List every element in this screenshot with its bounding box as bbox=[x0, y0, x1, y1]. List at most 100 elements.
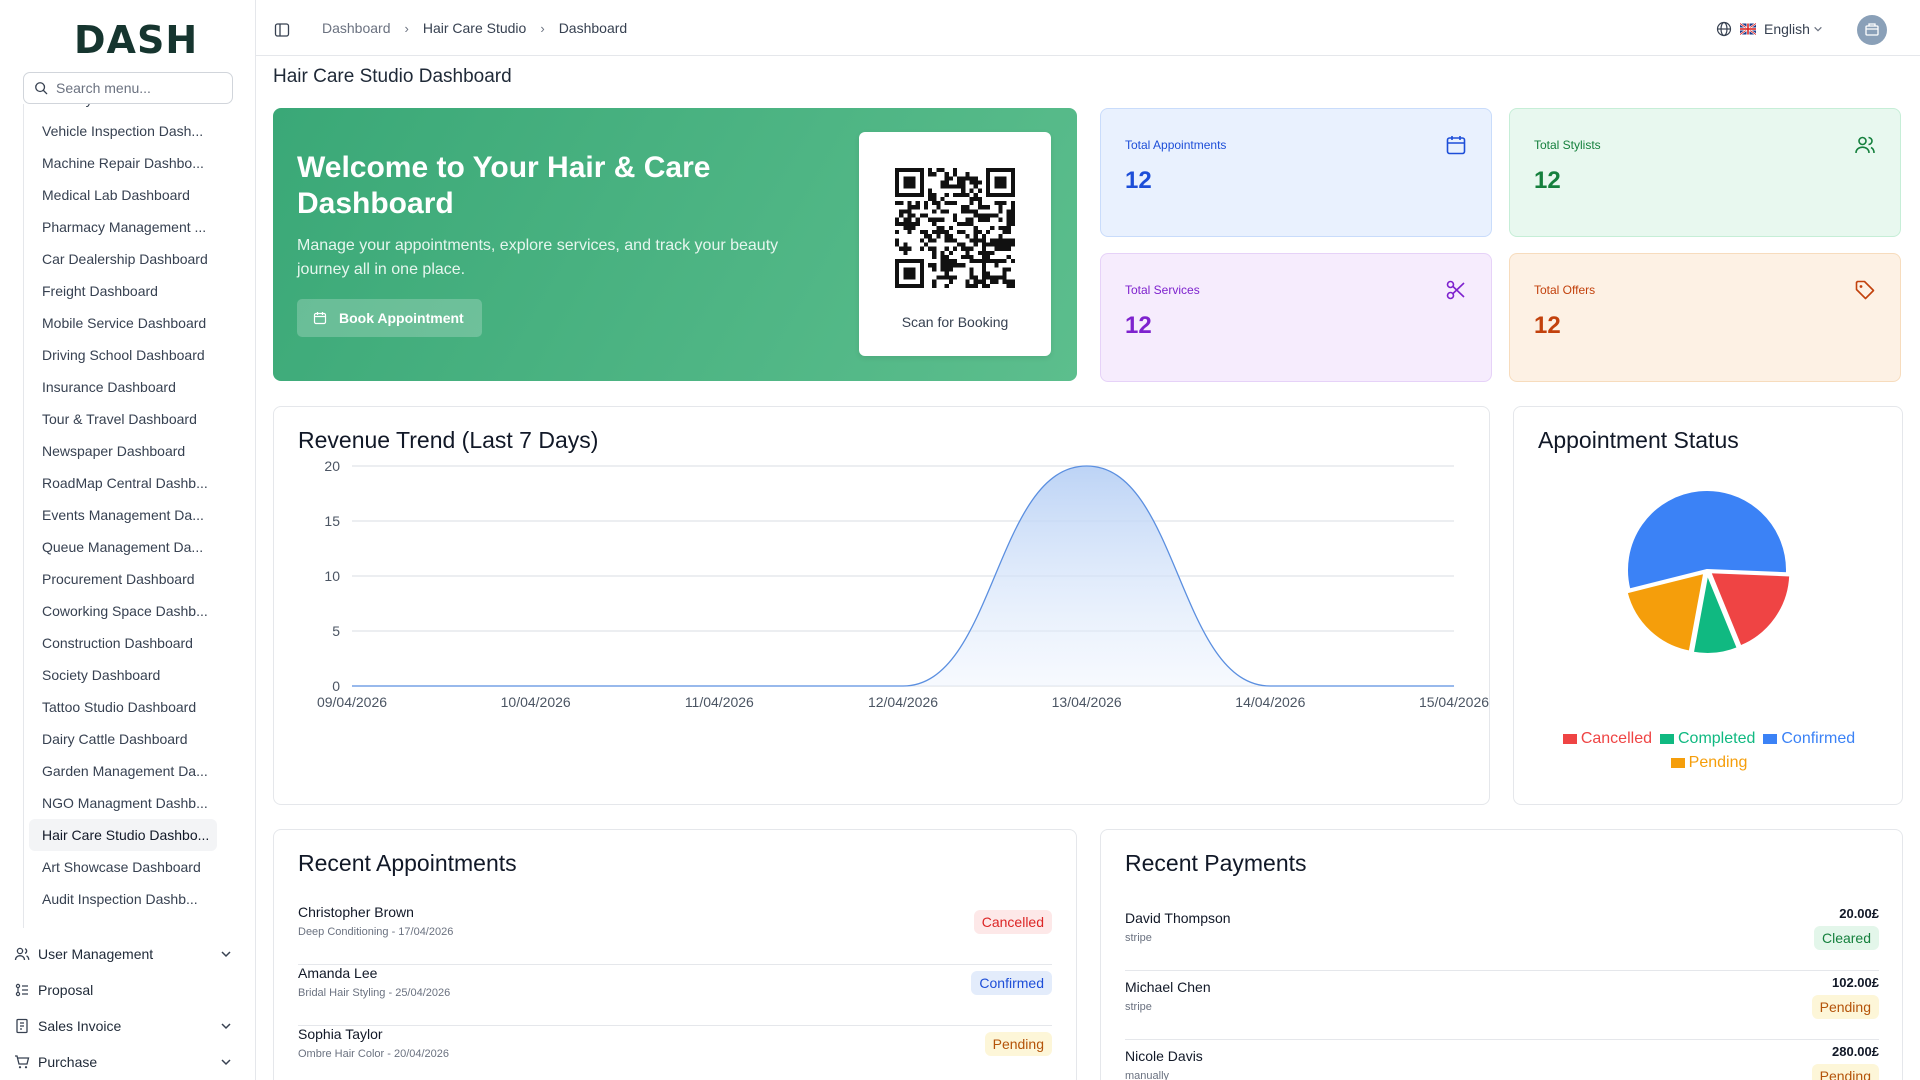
qr-card: Scan for Booking bbox=[859, 132, 1051, 356]
sidebar-group-proposal[interactable]: Proposal bbox=[14, 972, 240, 1008]
sidebar-item[interactable]: Freight Dashboard bbox=[24, 275, 220, 307]
appointment-row[interactable]: Sophia Taylor Ombre Hair Color - 20/04/2… bbox=[298, 1026, 1052, 1080]
legend-swatch bbox=[1763, 733, 1778, 744]
status-badge: Cancelled bbox=[973, 910, 1052, 934]
scissors-icon bbox=[1446, 280, 1465, 300]
search-input[interactable] bbox=[56, 80, 216, 96]
payment-row[interactable]: Nicole Davis manually 280.00£ Pending bbox=[1125, 1040, 1879, 1080]
x-tick-label: 13/04/2026 bbox=[1052, 694, 1122, 710]
recent-payments-title: Recent Payments bbox=[1125, 850, 1307, 876]
pie-legend: Cancelled Completed Confirmed Pending bbox=[1534, 727, 1884, 775]
client-name: Amanda Lee bbox=[298, 965, 378, 981]
sidebar-item[interactable]: Driving School Dashboard bbox=[24, 339, 220, 371]
sidebar-item[interactable]: Procurement Dashboard bbox=[24, 563, 220, 595]
stat-value: 12 bbox=[1534, 312, 1561, 339]
sidebar-item[interactable]: Audit Inspection Dashb... bbox=[24, 883, 220, 915]
stat-label: Total Services bbox=[1125, 283, 1200, 297]
sidebar-item[interactable]: Car Dealership Dashboard bbox=[24, 243, 220, 275]
proposal-icon bbox=[15, 983, 28, 997]
sidebar-item[interactable]: Dairy Cattle Dashboard bbox=[24, 723, 220, 755]
legend-label: Cancelled bbox=[1580, 730, 1652, 747]
appointment-detail: Bridal Hair Styling - 25/04/2026 bbox=[298, 987, 451, 999]
logo-text: DASH bbox=[74, 18, 199, 62]
legend-label: Completed bbox=[1677, 730, 1756, 747]
x-tick-label: 15/04/2026 bbox=[1419, 694, 1489, 710]
sidebar-toggle-icon[interactable] bbox=[274, 22, 290, 38]
status-badge: Pending bbox=[1811, 995, 1879, 1019]
payment-row[interactable]: Michael Chen stripe 102.00£ Pending bbox=[1125, 971, 1879, 1040]
appointment-row[interactable]: Christopher Brown Deep Conditioning - 17… bbox=[298, 904, 1052, 965]
sidebar-item[interactable]: Pharmacy Management ... bbox=[24, 211, 220, 243]
payment-row[interactable]: David Thompson stripe 20.00£ Cleared bbox=[1125, 902, 1879, 971]
y-tick-label: 0 bbox=[332, 678, 340, 694]
sidebar-item[interactable]: Society Dashboard bbox=[24, 659, 220, 691]
sidebar-item[interactable]: Newspaper Dashboard bbox=[24, 435, 220, 467]
book-appointment-button[interactable]: Book Appointment bbox=[297, 299, 482, 337]
breadcrumb-item[interactable]: Hair Care Studio bbox=[423, 20, 527, 36]
sidebar-item[interactable]: Hair Care Studio Dashbo... bbox=[29, 819, 217, 851]
sidebar-group-purchase[interactable]: Purchase bbox=[14, 1044, 240, 1080]
avatar[interactable] bbox=[1857, 15, 1887, 45]
y-tick-label: 15 bbox=[324, 513, 340, 529]
sidebar-menu: Laundry Dashboard Vehicle Inspection Das… bbox=[23, 104, 245, 928]
status-badge: Confirmed bbox=[971, 971, 1052, 995]
sidebar-item[interactable]: Mobile Service Dashboard bbox=[24, 307, 220, 339]
legend-swatch bbox=[1659, 733, 1674, 744]
legend-item-completed[interactable]: Completed bbox=[1659, 730, 1756, 747]
search-box[interactable] bbox=[23, 72, 233, 104]
appointment-row[interactable]: Amanda Lee Bridal Hair Styling - 25/04/2… bbox=[298, 965, 1052, 1026]
revenue-chart: 0 5 10 15 20 09/04/2026 10/04/2026 11/04/2026 12… bbox=[317, 458, 1489, 710]
sidebar-item[interactable]: Tour & Travel Dashboard bbox=[24, 403, 220, 435]
sidebar-item-laundry[interactable]: Laundry Dashboard bbox=[24, 104, 220, 115]
appointment-detail: Ombre Hair Color - 20/04/2026 bbox=[298, 1048, 450, 1060]
sidebar-item[interactable]: RoadMap Central Dashb... bbox=[24, 467, 220, 499]
breadcrumb-item[interactable]: Dashboard bbox=[322, 20, 391, 36]
payer-name: Michael Chen bbox=[1125, 979, 1211, 995]
legend-item-pending[interactable]: Pending bbox=[1670, 754, 1747, 771]
tag-icon bbox=[1855, 280, 1875, 300]
sidebar-item[interactable]: Tattoo Studio Dashboard bbox=[24, 691, 220, 723]
user-avatar-icon bbox=[1865, 23, 1879, 36]
sidebar-item[interactable]: NGO Managment Dashb... bbox=[24, 787, 220, 819]
chevron-right-icon: › bbox=[540, 20, 545, 36]
sidebar-item[interactable]: Medical Lab Dashboard bbox=[24, 179, 220, 211]
x-tick-label: 10/04/2026 bbox=[501, 694, 571, 710]
sidebar-item[interactable]: Coworking Space Dashb... bbox=[24, 595, 220, 627]
uk-flag-icon bbox=[1740, 22, 1756, 36]
welcome-subtitle: Manage your appointments, explore servic… bbox=[297, 237, 779, 278]
payer-name: David Thompson bbox=[1125, 910, 1231, 926]
sidebar-group-label: Proposal bbox=[38, 982, 94, 998]
legend-item-cancelled[interactable]: Cancelled bbox=[1562, 730, 1652, 747]
search-icon bbox=[35, 82, 48, 95]
sidebar-group-sales-invoice[interactable]: Sales Invoice bbox=[14, 1008, 240, 1044]
status-badge: Cleared bbox=[1813, 926, 1879, 950]
appointment-status-pie bbox=[1625, 489, 1792, 655]
chevron-down-icon bbox=[1814, 26, 1822, 32]
sidebar-group-user-management[interactable]: User Management bbox=[14, 936, 240, 972]
sidebar-item[interactable]: Construction Dashboard bbox=[24, 627, 220, 659]
logo[interactable]: DASH bbox=[74, 18, 199, 62]
qr-code[interactable] bbox=[895, 168, 1015, 288]
payment-method: stripe bbox=[1125, 1001, 1152, 1013]
sidebar-item[interactable]: Queue Management Da... bbox=[24, 531, 220, 563]
stat-value: 12 bbox=[1125, 167, 1152, 194]
legend-item-confirmed[interactable]: Confirmed bbox=[1763, 730, 1855, 747]
y-tick-label: 10 bbox=[324, 568, 340, 584]
sidebar-item[interactable]: Events Management Da... bbox=[24, 499, 220, 531]
sidebar-item[interactable]: Garden Management Da... bbox=[24, 755, 220, 787]
breadcrumb: Dashboard › Hair Care Studio › Dashboard bbox=[322, 20, 627, 36]
sidebar-group-label: User Management bbox=[38, 946, 154, 962]
stat-total-offers: Total Offers 12 bbox=[1509, 253, 1901, 382]
payment-amount: 102.00£ bbox=[1832, 975, 1879, 990]
payer-name: Nicole Davis bbox=[1125, 1048, 1203, 1064]
sidebar-item[interactable]: Vehicle Inspection Dash... bbox=[24, 115, 220, 147]
cart-icon bbox=[15, 1055, 30, 1069]
legend-swatch bbox=[1670, 757, 1685, 768]
stat-value: 12 bbox=[1534, 167, 1561, 194]
sidebar-item[interactable]: Insurance Dashboard bbox=[24, 371, 220, 403]
language-selector[interactable]: English bbox=[1716, 21, 1823, 37]
sidebar-item[interactable]: Machine Repair Dashbo... bbox=[24, 147, 220, 179]
sidebar-item[interactable]: Art Showcase Dashboard bbox=[24, 851, 220, 883]
sidebar-group-label: Purchase bbox=[38, 1054, 98, 1070]
recent-appointments-title: Recent Appointments bbox=[298, 850, 517, 876]
